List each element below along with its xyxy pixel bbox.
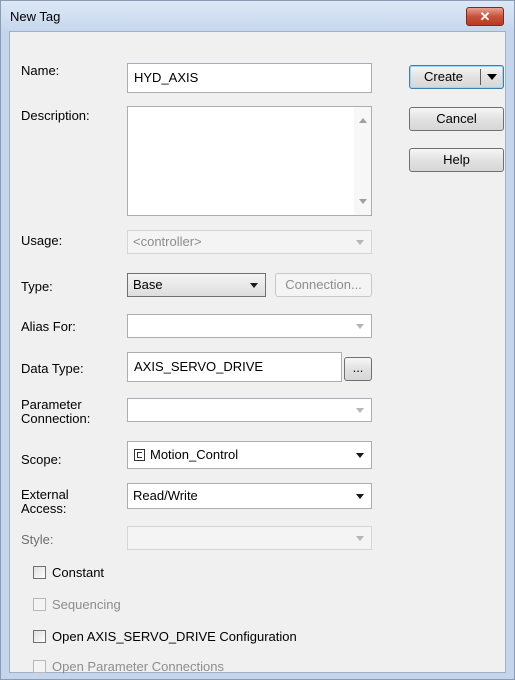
parameter-connection-label-line1: Parameter: [21, 397, 82, 412]
description-label: Description:: [21, 108, 90, 123]
sequencing-checkbox-label: Sequencing: [52, 597, 121, 612]
chevron-down-icon: [356, 494, 364, 499]
dialog-title: New Tag: [10, 9, 61, 24]
type-select[interactable]: Base: [127, 273, 266, 297]
dialog-body: Name: HYD_AXIS Create Cancel Help Descri…: [9, 31, 506, 674]
browse-data-type-button[interactable]: ...: [344, 357, 372, 381]
parameter-connection-label-line2: Connection:: [21, 411, 91, 426]
scroll-down-icon[interactable]: [359, 199, 367, 204]
external-access-label-line1: External: [21, 487, 69, 502]
usage-value: <controller>: [133, 234, 202, 249]
type-value: Base: [133, 277, 163, 292]
parameter-connection-select[interactable]: [127, 398, 372, 422]
external-access-select[interactable]: Read/Write: [127, 483, 372, 509]
data-type-input[interactable]: AXIS_SERVO_DRIVE: [127, 352, 342, 382]
open-configuration-checkbox[interactable]: [33, 630, 46, 643]
scope-value: Motion_Control: [150, 447, 239, 462]
open-parameter-connections-checkbox: [33, 660, 46, 673]
usage-select: <controller>: [127, 230, 372, 254]
name-label: Name:: [21, 63, 60, 78]
chevron-down-icon: [356, 453, 364, 458]
alias-for-label: Alias For:: [21, 319, 76, 334]
chevron-down-icon: [356, 324, 364, 329]
create-split-divider: [480, 69, 481, 85]
scroll-up-icon[interactable]: [359, 118, 367, 123]
open-parameter-connections-checkbox-label: Open Parameter Connections: [52, 659, 224, 674]
close-icon: ✕: [479, 9, 491, 24]
cancel-button[interactable]: Cancel: [409, 107, 504, 131]
close-button[interactable]: ✕: [466, 7, 504, 26]
constant-checkbox[interactable]: [33, 566, 46, 579]
scope-select[interactable]: Motion_Control: [127, 441, 372, 469]
description-scrollbar[interactable]: [354, 107, 371, 215]
program-icon: [134, 449, 145, 461]
description-textarea[interactable]: [127, 106, 372, 216]
constant-checkbox-label[interactable]: Constant: [52, 565, 104, 580]
new-tag-dialog: New Tag ✕ Name: HYD_AXIS Create Cancel H…: [0, 0, 515, 680]
chevron-down-icon: [356, 240, 364, 245]
connection-button: Connection...: [275, 273, 372, 297]
scope-label: Scope:: [21, 452, 62, 467]
usage-label: Usage:: [21, 233, 63, 248]
open-configuration-checkbox-label[interactable]: Open AXIS_SERVO_DRIVE Configuration: [52, 629, 297, 644]
type-label: Type:: [21, 279, 53, 294]
data-type-label: Data Type:: [21, 361, 84, 376]
title-bar[interactable]: New Tag ✕: [1, 1, 514, 31]
create-button-label: Create: [424, 69, 464, 84]
chevron-down-icon: [250, 283, 258, 288]
chevron-down-icon: [356, 408, 364, 413]
sequencing-checkbox: [33, 598, 46, 611]
chevron-down-icon: [356, 536, 364, 541]
external-access-value: Read/Write: [133, 488, 198, 503]
alias-for-select[interactable]: [127, 314, 372, 338]
name-input[interactable]: HYD_AXIS: [127, 63, 372, 93]
chevron-down-icon[interactable]: [487, 74, 497, 80]
style-select: [127, 526, 372, 550]
create-button[interactable]: Create: [409, 65, 504, 89]
external-access-label-line2: Access:: [21, 501, 67, 516]
style-label: Style:: [21, 532, 54, 547]
help-button[interactable]: Help: [409, 148, 504, 172]
